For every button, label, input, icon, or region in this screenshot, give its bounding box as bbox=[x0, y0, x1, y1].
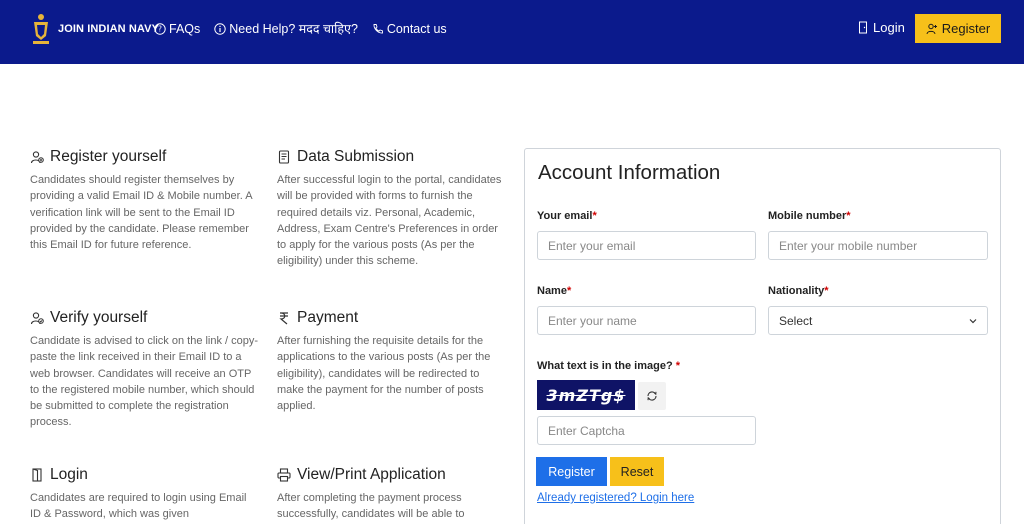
info-title: Data Submission bbox=[277, 148, 507, 166]
required-mark: * bbox=[675, 360, 681, 372]
info-title-label: Verify yourself bbox=[50, 309, 148, 326]
email-label-text: Your email bbox=[537, 210, 593, 222]
card-title: Account Information bbox=[538, 161, 721, 184]
email-placeholder: Enter your email bbox=[548, 238, 636, 253]
refresh-icon bbox=[647, 391, 657, 401]
info-title-label: Payment bbox=[297, 309, 359, 326]
name-placeholder: Enter your name bbox=[548, 313, 637, 328]
required-mark: * bbox=[566, 285, 572, 297]
captcha-image: 3mZTg$ bbox=[537, 380, 635, 410]
phone-icon bbox=[373, 23, 383, 33]
required-mark: * bbox=[846, 210, 851, 222]
nav-link-label: Contact us bbox=[386, 21, 447, 36]
register-nav-button[interactable]: Register bbox=[915, 14, 1001, 43]
name-label-text: Name bbox=[537, 285, 567, 297]
info-text: Candidate is advised to click on the lin… bbox=[30, 335, 259, 429]
name-input[interactable]: Enter your name bbox=[537, 306, 756, 335]
top-navbar: JOIN INDIAN NAVY ? FAQs Need Help? मदद च… bbox=[0, 0, 1024, 64]
mobile-input[interactable]: Enter your mobile number bbox=[768, 231, 988, 260]
nav-link-label: Need Help? मदद चाहिए? bbox=[229, 22, 358, 36]
info-text: Candidates are required to login using E… bbox=[30, 492, 247, 521]
info-text: After successful login to the portal, ca… bbox=[277, 174, 502, 268]
email-label: Your email* bbox=[537, 210, 597, 222]
required-mark: * bbox=[824, 285, 829, 297]
info-payment: Payment After furnishing the requisite d… bbox=[277, 309, 507, 414]
info-text: After furnishing the requisite details f… bbox=[277, 335, 491, 413]
nav-link-faqs[interactable]: ? FAQs bbox=[154, 20, 200, 37]
captcha-text: 3mZTg$ bbox=[546, 385, 626, 405]
user-add-icon bbox=[926, 23, 937, 34]
info-title-label: Register yourself bbox=[50, 148, 167, 165]
nationality-label: Nationality* bbox=[768, 285, 829, 297]
printer-icon bbox=[277, 468, 291, 482]
captcha-placeholder: Enter Captcha bbox=[548, 423, 625, 438]
already-registered-link[interactable]: Already registered? Login here bbox=[537, 492, 694, 504]
nationality-value: Select bbox=[779, 313, 813, 328]
info-register-yourself: Register yourself Candidates should regi… bbox=[30, 148, 260, 253]
nav-link-contact[interactable]: Contact us bbox=[372, 20, 447, 37]
door-icon bbox=[859, 21, 867, 34]
nationality-select[interactable]: Select bbox=[768, 306, 988, 335]
required-mark: * bbox=[592, 210, 597, 222]
brand-label: JOIN INDIAN NAVY bbox=[58, 23, 160, 35]
nav-links: ? FAQs Need Help? मदद चाहिए? Contact us bbox=[154, 20, 447, 37]
question-circle-icon: ? bbox=[154, 22, 166, 35]
user-check-icon bbox=[30, 312, 44, 325]
info-text: After completing the payment process suc… bbox=[277, 492, 465, 521]
account-information-card: Account Information Your email* Enter yo… bbox=[524, 148, 1001, 524]
rupee-icon bbox=[279, 312, 288, 325]
login-label: Login bbox=[873, 20, 905, 35]
svg-text:?: ? bbox=[158, 24, 162, 33]
captcha-label: What text is in the image? * bbox=[537, 360, 680, 372]
info-title: Payment bbox=[277, 309, 507, 327]
info-text: Candidates should register themselves by… bbox=[30, 174, 252, 252]
name-label: Name* bbox=[537, 285, 571, 297]
reset-button[interactable]: Reset bbox=[610, 457, 664, 486]
info-data-submission: Data Submission After successful login t… bbox=[277, 148, 507, 270]
info-circle-icon bbox=[214, 22, 226, 35]
brand[interactable]: JOIN INDIAN NAVY bbox=[30, 12, 159, 46]
info-title-label: View/Print Application bbox=[297, 466, 446, 483]
user-add-icon bbox=[30, 151, 44, 164]
door-icon bbox=[32, 468, 42, 482]
info-title-label: Data Submission bbox=[297, 148, 415, 165]
login-link[interactable]: Login bbox=[858, 20, 905, 35]
info-title-label: Login bbox=[50, 466, 88, 483]
info-login: Login Candidates are required to login u… bbox=[30, 466, 260, 523]
info-title: Login bbox=[30, 466, 260, 484]
chevron-down-icon bbox=[969, 319, 977, 324]
mobile-label: Mobile number* bbox=[768, 210, 851, 222]
info-title: Register yourself bbox=[30, 148, 260, 166]
document-icon bbox=[278, 150, 290, 164]
mobile-placeholder: Enter your mobile number bbox=[779, 238, 918, 253]
register-nav-label: Register bbox=[941, 21, 991, 36]
register-button[interactable]: Register bbox=[536, 457, 607, 486]
info-title: Verify yourself bbox=[30, 309, 260, 327]
mobile-label-text: Mobile number bbox=[768, 210, 847, 222]
navy-emblem-icon bbox=[33, 14, 49, 44]
info-title: View/Print Application bbox=[277, 466, 507, 484]
nationality-label-text: Nationality bbox=[768, 285, 825, 297]
captcha-input[interactable]: Enter Captcha bbox=[537, 416, 756, 445]
nav-link-need-help[interactable]: Need Help? मदद चाहिए? bbox=[214, 20, 358, 37]
info-view-print: View/Print Application After completing … bbox=[277, 466, 507, 523]
nav-link-label: FAQs bbox=[169, 21, 201, 36]
info-verify-yourself: Verify yourself Candidate is advised to … bbox=[30, 309, 260, 431]
email-input[interactable]: Enter your email bbox=[537, 231, 756, 260]
captcha-label-text: What text is in the image? bbox=[537, 360, 673, 372]
captcha-refresh-button[interactable] bbox=[638, 382, 666, 410]
